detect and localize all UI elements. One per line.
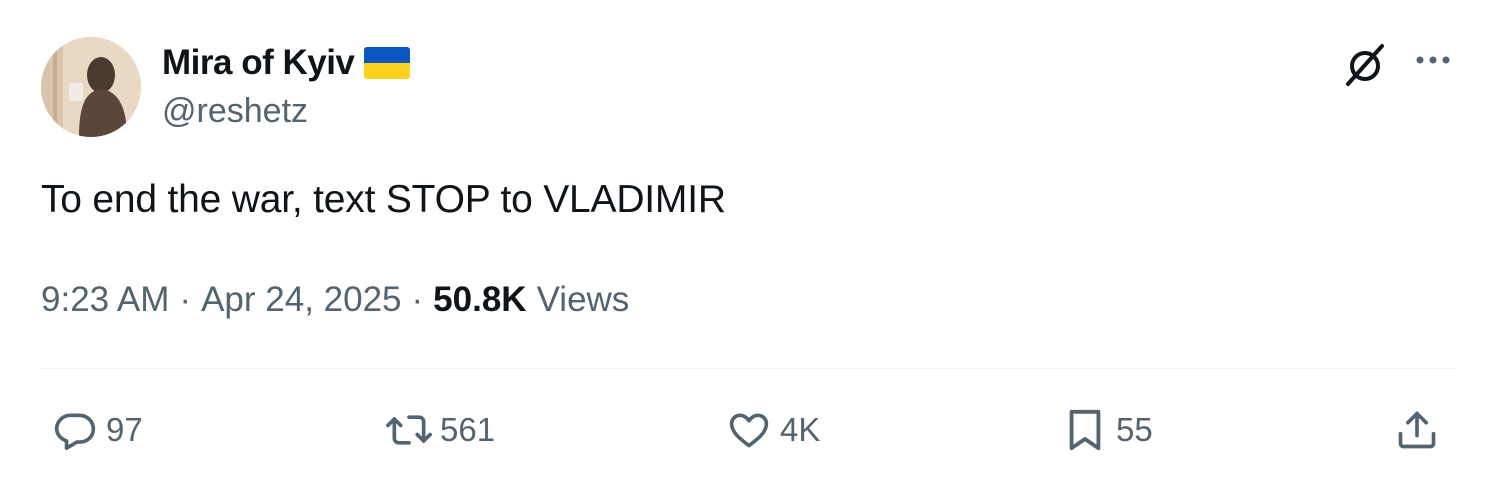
author-name-row: Mira of Kyiv [162, 40, 411, 86]
tweet-text: To end the war, text STOP to VLADIMIR [41, 178, 726, 221]
avatar[interactable] [41, 37, 141, 137]
avatar-image [41, 37, 141, 137]
reply-icon [50, 405, 100, 455]
author-handle[interactable]: @reshetz [162, 92, 308, 131]
author-display-name[interactable]: Mira of Kyiv [162, 43, 355, 83]
reply-button[interactable]: 97 [50, 400, 143, 460]
share-button[interactable] [1392, 400, 1442, 460]
ukraine-flag-icon [364, 47, 411, 79]
like-button[interactable]: 4K [724, 400, 820, 460]
reply-count: 97 [106, 411, 143, 448]
more-icon[interactable] [1408, 40, 1458, 80]
action-bar: 97 561 4K 55 [0, 400, 1490, 460]
meta-separator: · [411, 280, 424, 319]
grok-icon[interactable] [1340, 40, 1390, 90]
tweet: Mira of Kyiv @reshetz To end the war, te… [0, 0, 1490, 480]
retweet-button[interactable]: 561 [384, 400, 495, 460]
retweet-count: 561 [440, 411, 496, 448]
bookmark-icon [1060, 405, 1110, 455]
like-count: 4K [780, 411, 821, 448]
meta-separator: · [179, 280, 192, 319]
bookmark-count: 55 [1116, 411, 1153, 448]
divider [41, 368, 1457, 369]
tweet-date[interactable]: Apr 24, 2025 [201, 280, 401, 320]
heart-icon [724, 405, 774, 455]
retweet-icon [384, 405, 434, 455]
views-label: Views [536, 280, 630, 319]
bookmark-button[interactable]: 55 [1060, 400, 1153, 460]
views-count: 50.8K [433, 280, 527, 319]
share-icon [1392, 405, 1442, 455]
tweet-time[interactable]: 9:23 AM [41, 280, 169, 320]
tweet-meta: 9:23 AM · Apr 24, 2025 · 50.8K Views [41, 280, 629, 320]
